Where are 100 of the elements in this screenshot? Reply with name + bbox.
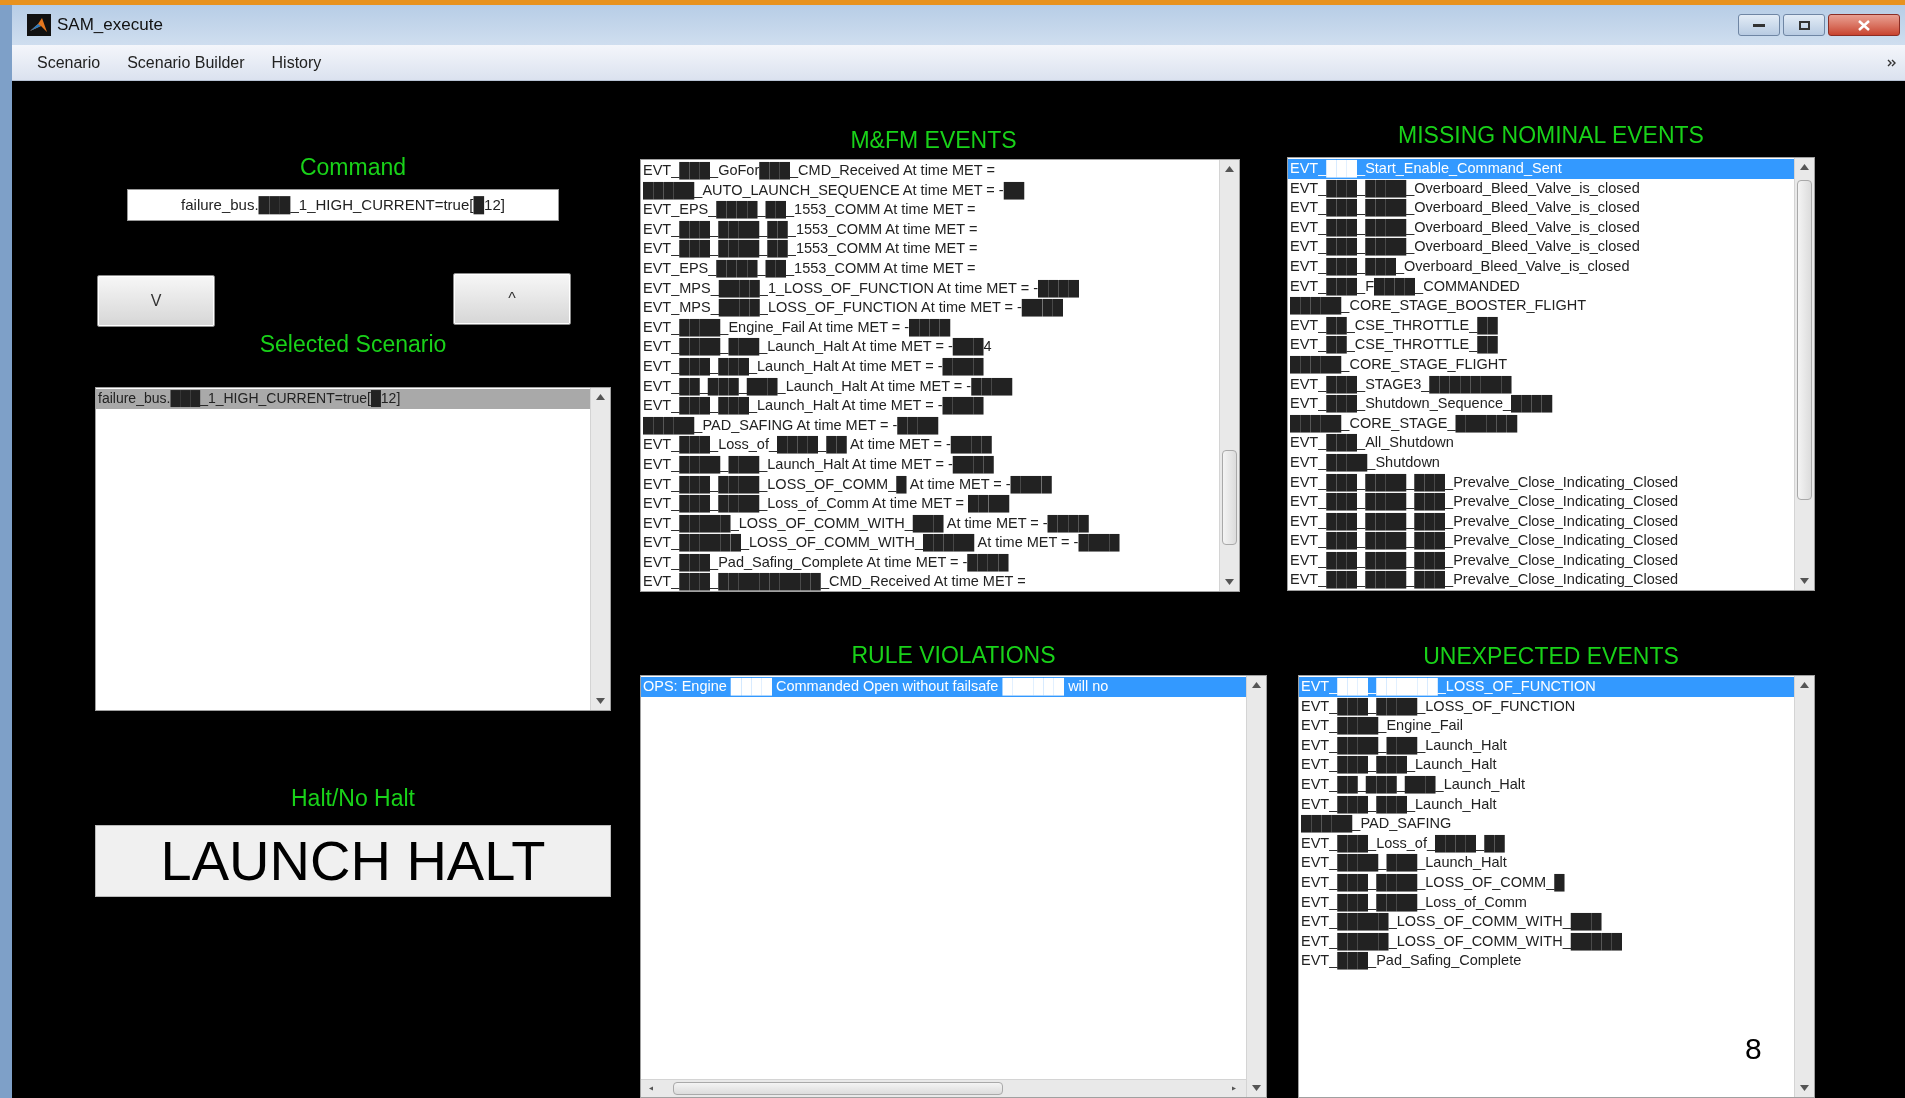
list-item[interactable]: EVT_███_Loss_of_████_██ At time MET = -████ — [641, 435, 1219, 455]
list-item[interactable]: EVT_███_Pad_Safing_Complete — [1299, 951, 1794, 971]
list-item[interactable]: EVT_████_Engine_Fail — [1299, 716, 1794, 736]
scrollbar[interactable] — [641, 1079, 1246, 1097]
menu-item[interactable]: History — [271, 50, 322, 75]
halt-status: LAUNCH HALT — [95, 825, 611, 897]
list-item[interactable]: EVT_███_████_Loss_of_Comm At time MET = ████ — [641, 494, 1219, 514]
scrollbar[interactable] — [1246, 676, 1266, 1097]
section-title: UNEXPECTED EVENTS — [1422, 643, 1680, 669]
list-item[interactable]: EVT_███_████_███_Prevalve_Close_Indicating_Closed — [1288, 492, 1794, 512]
list-item[interactable]: EVT_███_All_Shutdown — [1288, 433, 1794, 453]
list-item[interactable]: █████_CORE_STAGE_██████ — [1288, 413, 1794, 434]
list-item[interactable]: EVT_███_████_Overboard_Bleed_Valve_is_closed — [1288, 237, 1794, 257]
close-button[interactable] — [1828, 14, 1900, 36]
list-item[interactable]: EVT_██_███_███_Launch_Halt At time MET = -████ — [641, 376, 1219, 397]
list-item[interactable]: EVT_███_████_Overboard_Bleed_Valve_is_closed — [1288, 198, 1794, 218]
list-item[interactable]: EVT_████_Engine_Fail At time MET = -████ — [641, 317, 1219, 338]
list-item[interactable]: EVT_██_CSE_THROTTLE_██ — [1288, 315, 1794, 336]
list-item[interactable]: EVT_███_████_██_1553_COMM At time MET = — [641, 219, 1219, 240]
list-item[interactable]: failure_bus.███_1_HIGH_CURRENT=true[█12] — [96, 389, 590, 409]
list-item[interactable]: EVT_███_███_Overboard_Bleed_Valve_is_closed — [1288, 256, 1794, 277]
list-item[interactable]: EVT_███_████_██_1553_COMM At time MET = — [641, 239, 1219, 259]
section-title: Command — [298, 154, 408, 180]
list-item[interactable]: EVT_███_████_LOSS_OF_COMM_█ — [1299, 872, 1794, 893]
list-item[interactable]: EVT_███_████_Overboard_Bleed_Valve_is_closed — [1288, 217, 1794, 238]
list-item[interactable]: EVT_█████_LOSS_OF_COMM_WITH_███ At time MET = -████ — [641, 513, 1219, 534]
scrollbar[interactable] — [590, 388, 610, 710]
list-item[interactable]: EVT_███_██████████_CMD_Received At time MET = — [641, 572, 1219, 591]
list-item[interactable]: EVT_███_████_Loss_of_Comm — [1299, 892, 1794, 913]
list-item[interactable]: EVT_████_Shutdown — [1288, 452, 1794, 473]
list-item[interactable]: EVT_EPS_████_██_1553_COMM At time MET = — [641, 200, 1219, 220]
scroll-down-icon[interactable] — [1800, 1085, 1809, 1091]
scroll-left-icon[interactable] — [649, 1084, 655, 1093]
list-item[interactable]: EVT_███_STAGE3_████████ — [1288, 374, 1794, 395]
menu-item[interactable]: Scenario Builder — [127, 50, 245, 75]
list-item[interactable]: EVT_███_████_LOSS_OF_FUNCTION — [1299, 696, 1794, 717]
scroll-thumb[interactable] — [1797, 180, 1812, 500]
list-item[interactable]: EVT_███_████_███_Prevalve_Close_Indicating_Closed — [1288, 472, 1794, 493]
scroll-up-icon[interactable] — [1800, 164, 1809, 170]
scroll-down-icon[interactable] — [1800, 578, 1809, 584]
list-item[interactable]: EVT_MPS_████_LOSS_OF_FUNCTION At time MET = -████ — [641, 298, 1219, 318]
list-item[interactable]: EVT_███_████_███_Prevalve_Close_Indicating_Closed — [1288, 531, 1794, 551]
chevron-icon[interactable] — [1887, 58, 1897, 67]
list-item[interactable]: EVT_███_Loss_of_████_██ — [1299, 833, 1794, 854]
list-item[interactable]: EVT_███_F████_COMMANDED — [1288, 276, 1794, 297]
section-title: Selected Scenario — [258, 331, 448, 357]
section-title: RULE VIOLATIONS — [850, 642, 1057, 668]
list-item[interactable]: EVT_MPS_████_1_LOSS_OF_FUNCTION At time MET = -████ — [641, 278, 1219, 299]
list-item[interactable]: EVT_████_███_Launch_Halt — [1299, 735, 1794, 756]
list-item[interactable]: █████_AUTO_LAUNCH_SEQUENCE At time MET = -██ — [641, 180, 1219, 201]
list-item[interactable]: EVT_███_███_Launch_Halt At time MET = -████ — [641, 356, 1219, 377]
section-title: Halt/No Halt — [290, 785, 416, 811]
list-item[interactable]: █████_PAD_SAFING At time MET = -████ — [641, 415, 1219, 436]
list-item[interactable]: EVT_███_Shutdown_Sequence_████ — [1288, 394, 1794, 414]
command-field[interactable]: failure_bus.███_1_HIGH_CURRENT=true[█12] — [127, 189, 559, 221]
list-item[interactable]: █████_CORE_STAGE_BOOSTER_FLIGHT — [1288, 296, 1794, 316]
scrollbar[interactable] — [1794, 676, 1814, 1097]
list-item[interactable]: EVT_█████_LOSS_OF_COMM_WITH_█████ — [1299, 931, 1794, 952]
list-item[interactable]: █████_CORE_STAGE_FLIGHT — [1288, 354, 1794, 375]
scroll-up-icon[interactable] — [596, 394, 605, 400]
list-item[interactable]: EVT_█████_LOSS_OF_COMM_WITH_███ — [1299, 912, 1794, 932]
scroll-up-icon[interactable] — [1800, 682, 1809, 688]
list-item[interactable]: EVT_███_████_███_Prevalve_Close_Indicating_Closed — [1288, 550, 1794, 571]
list-item[interactable]: EVT_███_████_Overboard_Bleed_Valve_is_closed — [1288, 178, 1794, 199]
list-item[interactable]: EVT_███_GoFor███_CMD_Received At time MET = — [641, 161, 1219, 181]
scroll-down-icon[interactable] — [596, 698, 605, 704]
list-item[interactable]: EVT_███_████_LOSS_OF_COMM_█ At time MET = -████ — [641, 474, 1219, 495]
scroll-thumb[interactable] — [1222, 450, 1237, 545]
list-item[interactable]: EVT_██_CSE_THROTTLE_██ — [1288, 335, 1794, 355]
list-item[interactable]: EVT_EPS_████_██_1553_COMM At time MET = — [641, 258, 1219, 279]
scroll-up-icon[interactable] — [1252, 682, 1261, 688]
list-item[interactable]: EVT_████_███_Launch_Halt At time MET = -███4 — [641, 337, 1219, 357]
close-icon — [1858, 19, 1870, 31]
minimize-button[interactable] — [1738, 14, 1780, 36]
menu-item[interactable]: Scenario — [37, 50, 101, 75]
list-item[interactable]: EVT_███_Pad_Safing_Complete At time MET = -████ — [641, 552, 1219, 573]
scroll-down-icon[interactable] — [1252, 1085, 1261, 1091]
maximize-button[interactable] — [1783, 14, 1825, 36]
scrollbar[interactable] — [1219, 160, 1239, 591]
window-title: SAM_execute — [57, 14, 163, 37]
list-item[interactable]: EVT_███_███_Launch_Halt — [1299, 794, 1794, 815]
list-item[interactable]: EVT_████_███_Launch_Halt At time MET = -████ — [641, 454, 1219, 475]
move-down-button[interactable]: V — [97, 275, 215, 327]
list-item[interactable]: EVT_███_███_Launch_Halt At time MET = -████ — [641, 396, 1219, 416]
list-item[interactable]: EVT_██████_LOSS_OF_COMM_WITH_█████ At time MET = -████ — [641, 533, 1219, 553]
list-item[interactable]: EVT_███_███_Launch_Halt — [1299, 755, 1794, 775]
section-title: MISSING NOMINAL EVENTS — [1397, 122, 1705, 148]
scroll-down-icon[interactable] — [1225, 579, 1234, 585]
scroll-thumb[interactable] — [673, 1082, 1003, 1095]
scroll-right-icon[interactable] — [1232, 1084, 1238, 1093]
list-item[interactable]: █████_PAD_SAFING — [1299, 814, 1794, 834]
list-item[interactable]: EVT_██_███_███_Launch_Halt — [1299, 774, 1794, 795]
list-item[interactable]: EVT_████_███_Launch_Halt — [1299, 853, 1794, 873]
move-up-button[interactable]: ^ — [453, 273, 571, 325]
app-logo-icon — [27, 14, 51, 36]
scrollbar[interactable] — [1794, 158, 1814, 590]
scroll-up-icon[interactable] — [1225, 166, 1234, 172]
section-title: M&FM EVENTS — [849, 127, 1018, 153]
list-item[interactable]: EVT_███_████_███_Prevalve_Close_Indicating_Closed — [1288, 570, 1794, 590]
list-item[interactable]: EVT_███_████_███_Prevalve_Close_Indicating_Closed — [1288, 511, 1794, 532]
